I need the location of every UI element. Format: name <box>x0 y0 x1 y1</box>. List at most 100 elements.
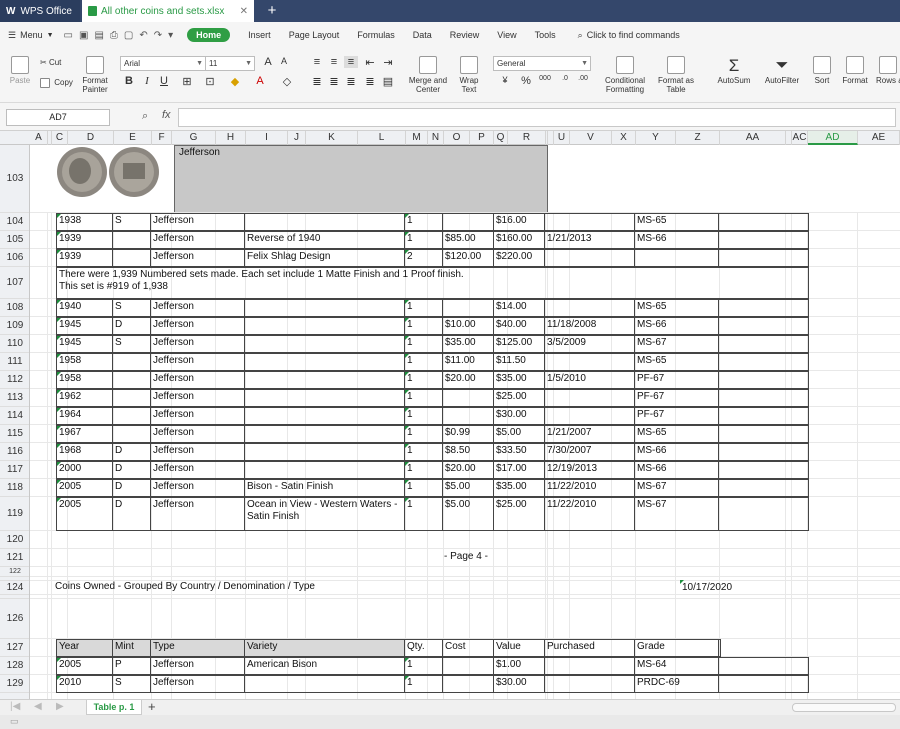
print-icon[interactable]: ⎙ <box>110 30 118 41</box>
column-header-a[interactable]: A <box>30 131 48 145</box>
comma-icon[interactable]: 000 <box>537 75 553 82</box>
column-header-g[interactable]: G <box>172 131 216 145</box>
row-header-115[interactable]: 115 <box>0 425 29 443</box>
percent-icon[interactable]: % <box>519 75 533 87</box>
row-header-110[interactable]: 110 <box>0 335 29 353</box>
merge-center-button[interactable]: Merge and Center <box>405 56 451 94</box>
column-header-ad[interactable]: AD <box>808 131 858 145</box>
close-tab-icon[interactable]: ✕ <box>240 6 248 17</box>
increase-decimal-icon[interactable]: .0 <box>557 75 573 82</box>
tab-nav-next-icon[interactable]: ▶ <box>56 701 64 712</box>
column-header-o[interactable]: O <box>444 131 470 145</box>
row-header-118[interactable]: 118 <box>0 479 29 497</box>
row-header-119[interactable]: 119 <box>0 497 29 531</box>
align-right-icon[interactable]: ≣ <box>344 75 358 88</box>
row-header-113[interactable]: 113 <box>0 389 29 407</box>
tab-tools[interactable]: Tools <box>535 30 556 40</box>
underline-icon[interactable]: U <box>157 75 171 87</box>
row-header-112[interactable]: 112 <box>0 371 29 389</box>
tab-page-layout[interactable]: Page Layout <box>289 30 340 40</box>
cut-button[interactable]: ✂ Cut <box>40 58 61 67</box>
sheet-tab-active[interactable]: Table p. 1 <box>86 700 142 715</box>
zoom-formula-icon[interactable]: ⌕ <box>142 110 148 123</box>
row-header-114[interactable]: 114 <box>0 407 29 425</box>
row-header-117[interactable]: 117 <box>0 461 29 479</box>
align-left-icon[interactable]: ≣ <box>310 75 324 88</box>
column-header-m[interactable]: M <box>406 131 428 145</box>
customize-icon[interactable]: ▾ <box>168 30 173 41</box>
column-header-y[interactable]: Y <box>636 131 676 145</box>
column-header-u[interactable]: U <box>554 131 570 145</box>
row-header-105[interactable]: 105 <box>0 231 29 249</box>
export-icon[interactable]: ▤ <box>94 30 103 41</box>
row-header-108[interactable]: 108 <box>0 299 29 317</box>
clear-format-icon[interactable]: ◇ <box>280 75 294 88</box>
align-middle-icon[interactable]: ≡ <box>327 56 341 68</box>
row-header-111[interactable]: 111 <box>0 353 29 371</box>
column-header-n[interactable]: N <box>428 131 444 145</box>
tab-home[interactable]: Home <box>187 28 231 42</box>
name-box[interactable]: AD7 <box>6 109 110 126</box>
wps-office-home-tab[interactable]: W WPS Office <box>0 0 80 22</box>
tab-nav-first-icon[interactable]: |◀ <box>10 701 20 712</box>
tab-view[interactable]: View <box>497 30 516 40</box>
row-header-124[interactable]: 124 <box>0 581 29 595</box>
tab-insert[interactable]: Insert <box>248 30 271 40</box>
undo-icon[interactable]: ↶ <box>139 30 147 41</box>
row-header-121[interactable]: 121 <box>0 549 29 567</box>
number-format-select[interactable]: General ▼ <box>493 56 591 71</box>
row-header-129[interactable]: 129 <box>0 675 29 693</box>
copy-button[interactable]: Copy <box>40 78 73 88</box>
row-header-116[interactable]: 116 <box>0 443 29 461</box>
row-header-120[interactable]: 120 <box>0 531 29 549</box>
new-tab-button[interactable]: + <box>262 2 282 20</box>
macro-icon[interactable]: ▭ <box>10 716 19 727</box>
column-header-e[interactable]: E <box>114 131 152 145</box>
currency-icon[interactable]: ¥ <box>495 75 515 85</box>
distributed-icon[interactable]: ▤ <box>381 75 395 88</box>
column-header-j[interactable]: J <box>288 131 306 145</box>
row-header-127[interactable]: 127 <box>0 639 29 657</box>
column-header-q[interactable]: Q <box>494 131 508 145</box>
tab-formulas[interactable]: Formulas <box>357 30 395 40</box>
conditional-formatting-button[interactable]: Conditional Formatting <box>600 56 650 94</box>
row-header-128[interactable]: 128 <box>0 657 29 675</box>
format-button[interactable]: Format <box>838 56 872 85</box>
align-center-icon[interactable]: ≣ <box>327 75 341 88</box>
column-header-l[interactable]: L <box>358 131 406 145</box>
italic-icon[interactable]: I <box>140 75 154 87</box>
column-header-ac[interactable]: AC <box>792 131 808 145</box>
print-preview-icon[interactable]: ▢ <box>124 30 133 41</box>
sort-button[interactable]: Sort <box>808 56 836 85</box>
autofilter-button[interactable]: ⏷ AutoFilter <box>760 56 804 85</box>
paste-button[interactable]: Paste <box>8 56 32 85</box>
column-header-k[interactable]: K <box>306 131 358 145</box>
wrap-text-button[interactable]: Wrap Text <box>455 56 483 94</box>
font-name-select[interactable]: Arial ▼ <box>120 56 206 71</box>
font-color-icon[interactable]: A <box>253 75 267 87</box>
formula-input[interactable] <box>178 108 896 127</box>
column-header-x[interactable]: X <box>612 131 636 145</box>
row-header-126[interactable]: 126 <box>0 599 29 639</box>
column-header-z[interactable]: Z <box>676 131 720 145</box>
row-header-103[interactable]: 103 <box>0 145 29 213</box>
fill-color-icon[interactable]: ◆ <box>228 75 242 88</box>
increase-font-icon[interactable]: A <box>261 56 275 68</box>
column-header-f[interactable]: F <box>152 131 172 145</box>
row-header-107[interactable]: 107 <box>0 267 29 299</box>
decrease-font-icon[interactable]: A <box>277 56 291 66</box>
file-tab[interactable]: All other coins and sets.xlsx ✕ <box>82 0 254 22</box>
tab-nav-prev-icon[interactable]: ◀ <box>34 701 42 712</box>
row-header-109[interactable]: 109 <box>0 317 29 335</box>
function-icon[interactable]: fx <box>162 109 171 121</box>
column-header-aa[interactable]: AA <box>720 131 786 145</box>
font-size-select[interactable]: 11 ▼ <box>205 56 255 71</box>
column-header-p[interactable]: P <box>470 131 494 145</box>
column-header-r[interactable]: R <box>508 131 546 145</box>
format-as-table-button[interactable]: Format as Table <box>656 56 696 94</box>
main-menu-button[interactable]: ☰ Menu ▼ <box>8 30 54 41</box>
row-header-122[interactable]: 122 <box>0 567 29 577</box>
indent-decrease-icon[interactable]: ⇤ <box>363 56 377 69</box>
column-header-i[interactable]: I <box>246 131 288 145</box>
cell-style-icon[interactable]: ⊡ <box>203 75 217 88</box>
